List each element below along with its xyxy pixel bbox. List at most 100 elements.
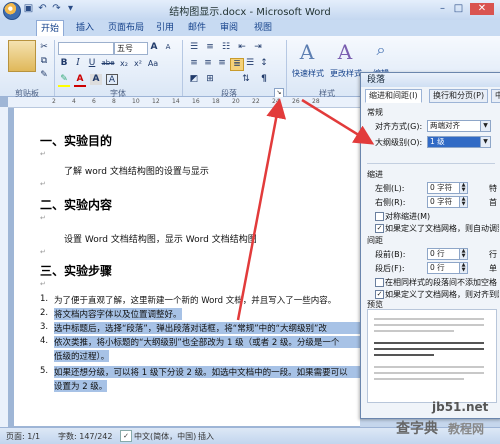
list-item: 为了便于直观了解，这里新建一个新的 Word 文档，并且写入了一些内容。	[54, 296, 337, 306]
font-name-combo[interactable]	[58, 42, 114, 55]
section-indent: 缩进	[367, 170, 383, 179]
tab-line-page-breaks[interactable]: 换行和分页(P)	[429, 89, 489, 103]
status-language[interactable]: 中文(简体，中国)	[134, 431, 196, 442]
tab-page-layout[interactable]: 页面布局	[104, 22, 148, 35]
outline-level-select[interactable]: 1 级	[427, 136, 481, 148]
tab-chinese-typography[interactable]: 中	[491, 89, 500, 103]
subscript-button[interactable]: x₂	[118, 58, 130, 69]
quick-styles-label[interactable]: 快速样式	[286, 68, 330, 79]
list-item-number: 5.	[40, 366, 49, 376]
alignment-select[interactable]: 两端对齐	[427, 120, 481, 132]
change-case-button[interactable]: Aa	[146, 58, 160, 69]
close-icon[interactable]: ✕	[470, 3, 494, 15]
spinner-icon[interactable]: ▲ ▼	[459, 182, 468, 194]
list-item: 依次类推，将小标题的“大纲级别”也全部改为 1 级（或者 2 级。分级是一个	[54, 336, 360, 348]
chevron-down-icon[interactable]: ▼	[480, 136, 491, 148]
multilevel-list-icon[interactable]: ☷	[220, 42, 232, 53]
preview-line	[374, 318, 484, 320]
window-title: 结构图显示.docx - Microsoft Word	[169, 7, 331, 18]
spinner-icon[interactable]: ▲ ▼	[459, 196, 468, 208]
horizontal-ruler[interactable]: 2 4 6 8 10 12 14 16 18 20 22 24 26 28	[8, 97, 360, 108]
tab-indents-spacing[interactable]: 缩进和间距(I)	[365, 89, 422, 103]
justify-icon[interactable]: ≣	[230, 58, 244, 71]
paragraph-mark: ↵	[40, 248, 46, 256]
copy-icon[interactable]: ⧉	[38, 56, 50, 67]
change-styles-icon[interactable]: A	[332, 40, 358, 68]
spinner-icon[interactable]: ▲ ▼	[459, 262, 468, 274]
shading-icon[interactable]: ◩	[188, 74, 200, 85]
preview-line	[374, 330, 454, 332]
spinner-icon[interactable]: ▲ ▼	[459, 248, 468, 260]
status-insert-mode[interactable]: 插入	[198, 431, 214, 442]
watermark-site: jb51.net	[432, 400, 489, 414]
bold-button[interactable]: B	[58, 58, 70, 69]
symmetric-indent-label: 对称缩进(M)	[385, 212, 431, 221]
shrink-font-button[interactable]: A	[162, 42, 174, 53]
tab-insert[interactable]: 插入	[72, 22, 98, 35]
preview-line	[374, 354, 434, 356]
ruler-tick: 28	[312, 98, 320, 105]
snap-to-grid-checkbox[interactable]: ✓	[375, 290, 384, 299]
tab-mailings[interactable]: 邮件	[184, 22, 210, 35]
ruler-tick: 14	[172, 98, 180, 105]
chevron-down-icon[interactable]: ▼	[480, 120, 491, 132]
document-page[interactable]: 一、实验目的 ↵ 了解 word 文档结构图的设置与显示 ↵ 二、实验内容 ↵ …	[14, 108, 360, 426]
status-page[interactable]: 页面: 1/1	[6, 431, 40, 442]
line-spacing-icon[interactable]: ↕	[258, 58, 270, 69]
italic-button[interactable]: I	[72, 58, 84, 69]
format-painter-icon[interactable]: ✎	[38, 70, 50, 81]
quick-styles-icon[interactable]: A	[294, 40, 320, 68]
align-left-icon[interactable]: ≡	[188, 58, 200, 69]
show-marks-icon[interactable]: ¶	[258, 74, 270, 85]
sort-icon[interactable]: ⇅	[240, 74, 252, 85]
proofing-icon[interactable]: ✓	[120, 430, 132, 442]
paste-icon[interactable]	[8, 40, 36, 72]
space-after-input[interactable]: 0 行	[427, 262, 461, 274]
vertical-ruler[interactable]	[0, 107, 8, 427]
tab-home[interactable]: 开始	[36, 20, 65, 37]
character-border-icon[interactable]: A	[106, 74, 118, 85]
bullets-icon[interactable]: ☰	[188, 42, 200, 53]
ruler-tick: 4	[72, 98, 76, 105]
distributed-icon[interactable]: ☰	[244, 58, 256, 69]
ruler-tick: 12	[152, 98, 160, 105]
superscript-button[interactable]: x²	[132, 58, 144, 69]
heading-1: 一、实验目的	[40, 134, 113, 148]
ruler-tick: 6	[92, 98, 96, 105]
align-right-icon[interactable]: ≡	[216, 58, 228, 69]
left-indent-input[interactable]: 0 字符	[427, 182, 461, 194]
list-item-number: 2.	[40, 308, 49, 318]
minimize-icon[interactable]: –	[436, 3, 449, 15]
tab-references[interactable]: 引用	[152, 22, 178, 35]
tab-review[interactable]: 审阅	[216, 22, 242, 35]
paragraph-2: 设置 Word 文档结构图，显示 Word 文档结构图	[64, 235, 257, 245]
no-space-same-style-label: 在相同样式的段落间不添加空格	[385, 278, 497, 287]
auto-adjust-indent-checkbox[interactable]: ✓	[375, 224, 384, 233]
list-item-number: 4.	[40, 336, 49, 346]
increase-indent-icon[interactable]: ⇥	[252, 42, 264, 53]
no-space-same-style-checkbox[interactable]	[375, 278, 384, 287]
space-before-input[interactable]: 0 行	[427, 248, 461, 260]
alignment-label: 对齐方式(G):	[375, 122, 423, 131]
underline-button[interactable]: U	[86, 58, 98, 69]
character-shading-icon[interactable]: A	[90, 74, 102, 85]
right-indent-input[interactable]: 0 字符	[427, 196, 461, 208]
editing-icon[interactable]: ⌕	[370, 40, 392, 70]
symmetric-indent-checkbox[interactable]	[375, 212, 384, 221]
ruler-tick: 16	[192, 98, 200, 105]
align-center-icon[interactable]: ≡	[202, 58, 214, 69]
tab-view[interactable]: 视图	[250, 22, 276, 35]
status-word-count[interactable]: 字数: 147/242	[58, 431, 112, 442]
highlight-icon[interactable]: ✎	[58, 74, 70, 87]
numbering-icon[interactable]: ≡	[204, 42, 216, 53]
font-color-icon[interactable]: A	[74, 74, 86, 87]
strikethrough-button[interactable]: abe	[100, 58, 116, 69]
ruler-tick: 2	[52, 98, 56, 105]
grow-font-button[interactable]: A	[148, 42, 160, 53]
cut-icon[interactable]: ✂	[38, 42, 50, 53]
font-size-combo[interactable]: 五号	[114, 42, 148, 55]
borders-icon[interactable]: ⊞	[204, 74, 216, 85]
decrease-indent-icon[interactable]: ⇤	[236, 42, 248, 53]
auto-adjust-indent-label: 如果定义了文档网格，则自动调整	[385, 224, 499, 233]
maximize-icon[interactable]: □	[452, 3, 465, 15]
